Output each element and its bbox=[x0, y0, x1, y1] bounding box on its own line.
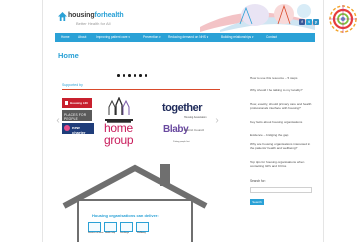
sidebar-link[interactable]: How to use this resource – 5 steps bbox=[250, 76, 314, 80]
search-button[interactable]: Search bbox=[250, 199, 264, 205]
service-tile[interactable] bbox=[136, 222, 149, 232]
house-graphic bbox=[62, 164, 208, 242]
main-nav: Home About Improving patient care ▾ Prev… bbox=[55, 33, 315, 42]
carousel-dot[interactable] bbox=[128, 74, 131, 77]
nav-improving-patient-care[interactable]: Improving patient care ▾ bbox=[96, 33, 130, 42]
house-caption: Housing organisations can deliver: bbox=[92, 213, 159, 218]
partner-logo-together[interactable]: together Housing Association bbox=[162, 102, 210, 124]
nav-about[interactable]: About bbox=[78, 33, 86, 42]
supported-by-heading: Supported by bbox=[62, 83, 83, 87]
carousel-dot[interactable] bbox=[144, 74, 147, 77]
youtube-icon[interactable]: y bbox=[313, 19, 319, 25]
service-tile-label: Discharge bbox=[120, 232, 130, 234]
carousel-dot[interactable] bbox=[117, 74, 120, 77]
nav-reducing-demand[interactable]: Reducing demand on NHS ▾ bbox=[168, 33, 208, 42]
logo-text: housingforhealth bbox=[68, 12, 124, 19]
sidebar-link[interactable]: Why are housing organisations interested… bbox=[250, 142, 314, 150]
sidebar-link[interactable]: Key facts about housing organisations bbox=[250, 120, 314, 124]
partner-logo-blaby[interactable]: Blaby District Council Putting people fi… bbox=[163, 124, 205, 148]
carousel-dot[interactable] bbox=[139, 74, 142, 77]
carousel-pager bbox=[117, 74, 157, 77]
search-label: Search for: bbox=[250, 179, 266, 183]
service-tile[interactable] bbox=[120, 222, 133, 232]
service-tile-label: Services at home bbox=[88, 232, 104, 234]
partner-logo-places-for-people[interactable]: PLACES FOR PEOPLE bbox=[62, 110, 92, 121]
divider bbox=[62, 89, 220, 90]
carousel-next-button[interactable]: › bbox=[214, 115, 220, 127]
search-input[interactable] bbox=[250, 187, 312, 193]
nav-prevention[interactable]: Prevention ▾ bbox=[143, 33, 161, 42]
service-tile[interactable] bbox=[104, 222, 117, 232]
partner-logo-home-group[interactable]: home group bbox=[104, 121, 154, 151]
carousel-dot[interactable] bbox=[122, 74, 125, 77]
nav-home[interactable]: Home bbox=[61, 33, 70, 42]
page-title: Home bbox=[58, 51, 79, 60]
sidebar-link[interactable]: Evidence – bridging the gap bbox=[250, 133, 314, 137]
logo-house-icon bbox=[58, 12, 67, 21]
nav-building-relationships[interactable]: Building relationships ▾ bbox=[221, 33, 254, 42]
carousel-dot[interactable] bbox=[133, 74, 136, 77]
partner-logo-accord[interactable] bbox=[106, 97, 132, 115]
sidebar-link[interactable]: How, exactly, should primary care and he… bbox=[250, 102, 314, 110]
nav-contact[interactable]: Contact bbox=[266, 33, 277, 42]
page: housingforhealth Better Health for All f… bbox=[0, 0, 363, 242]
header-wave-graphic bbox=[200, 4, 315, 32]
sidebar-link[interactable]: Why should I be talking to my locality? bbox=[250, 88, 314, 92]
site-logo[interactable]: housingforhealth Better Health for All bbox=[58, 12, 128, 32]
facebook-icon[interactable]: f bbox=[299, 19, 305, 25]
logo-tagline: Better Health for All bbox=[76, 21, 111, 26]
service-tile-label: Wellbeing bbox=[137, 232, 146, 234]
partner-logo-housing-lin[interactable]: Housing LIN bbox=[62, 98, 92, 108]
carousel-prev-button[interactable]: ‹ bbox=[55, 115, 61, 127]
sidebar-link[interactable]: Top tips for housing organisations when … bbox=[250, 160, 314, 168]
service-tile[interactable] bbox=[88, 222, 101, 232]
service-tile-label: Health help bbox=[105, 232, 116, 234]
twitter-icon[interactable]: t bbox=[306, 19, 312, 25]
site-emblem bbox=[329, 5, 357, 33]
partner-logo-new-charter[interactable]: new charter bbox=[62, 123, 94, 135]
